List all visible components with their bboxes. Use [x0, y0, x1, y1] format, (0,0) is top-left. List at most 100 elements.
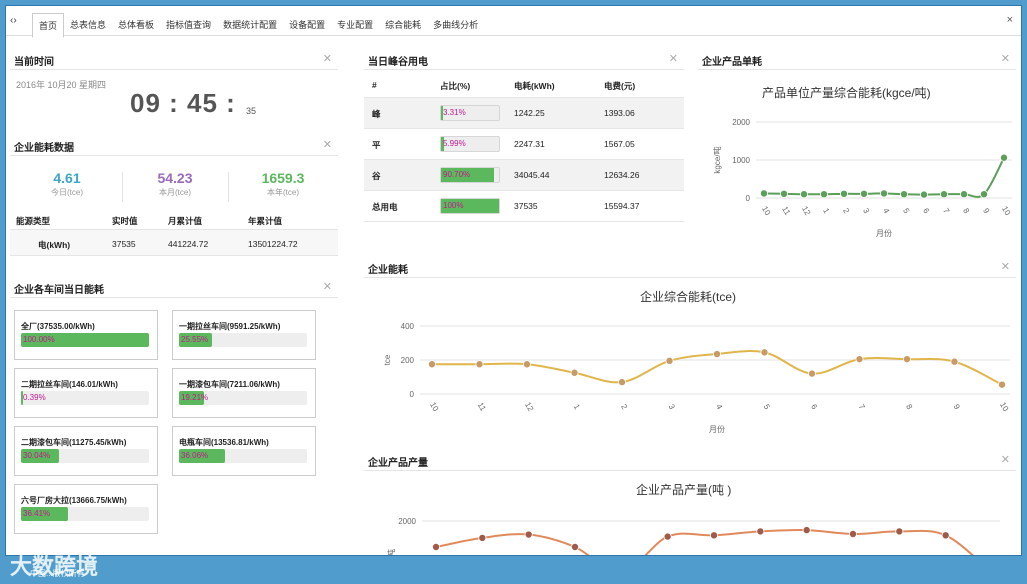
- tab-5[interactable]: 设备配置: [283, 13, 331, 38]
- data-point[interactable]: [859, 189, 868, 198]
- y-axis-label: kgce/吨: [712, 146, 722, 173]
- table-row: 平 5.99% 2247.31 1567.05: [364, 129, 684, 160]
- close-icon[interactable]: ✕: [323, 52, 332, 65]
- data-point[interactable]: [979, 190, 988, 199]
- data-point[interactable]: [950, 357, 959, 366]
- x-tick-label: 2: [841, 207, 851, 216]
- y-tick-label: 2000: [398, 517, 416, 526]
- x-tick-label: 10: [428, 401, 441, 414]
- column-header: 月累计值: [168, 216, 203, 226]
- workshop-label: 一期拉丝车间(9591.25/kWh): [179, 322, 281, 331]
- tab-8[interactable]: 多曲线分析: [427, 13, 484, 38]
- data-point[interactable]: [760, 189, 769, 198]
- table-cell: 1393.06: [604, 108, 635, 118]
- tab-1[interactable]: 总表信息: [64, 13, 112, 38]
- data-point[interactable]: [756, 527, 765, 536]
- data-point[interactable]: [807, 369, 816, 378]
- x-tick-label: 1: [572, 403, 582, 412]
- y-tick-label: 1000: [732, 156, 750, 165]
- y-tick-label: 400: [401, 322, 415, 331]
- table-cell: 34045.44: [514, 170, 550, 180]
- tab-2[interactable]: 总体看板: [112, 13, 160, 38]
- energy-table: 能源类型 实时值 月累计值 年累计值 电(kWh) 37535 441224.7…: [10, 210, 338, 256]
- data-point[interactable]: [848, 530, 857, 539]
- tab-3[interactable]: 指标值查询: [160, 13, 217, 38]
- progress-label: 3.31%: [443, 108, 466, 117]
- panel-title: 当前时间: [14, 57, 54, 68]
- progress-label: 19.21%: [181, 393, 209, 402]
- data-point[interactable]: [999, 153, 1008, 162]
- table-row: 总用电 100% 37535 15594.37: [364, 191, 684, 222]
- progress-label: 0.39%: [23, 393, 46, 402]
- data-point[interactable]: [617, 378, 626, 387]
- data-point[interactable]: [855, 355, 864, 364]
- data-point[interactable]: [428, 360, 437, 369]
- tab-list: 首页 总表信息 总体看板 指标值查询 数据统计配置 设备配置 专业配置 综合能耗 多曲线分析: [32, 13, 484, 38]
- progress-bar: 3.31%: [440, 105, 500, 121]
- table-cell: 总用电: [372, 202, 398, 212]
- data-point[interactable]: [879, 189, 888, 198]
- data-point[interactable]: [899, 190, 908, 199]
- tab-0[interactable]: 首页: [32, 13, 65, 38]
- workshop-card: 电瓶车间(13536.81/kWh) 36.06%: [172, 426, 316, 476]
- data-point[interactable]: [570, 368, 579, 377]
- data-point[interactable]: [903, 355, 912, 364]
- data-point[interactable]: [475, 360, 484, 369]
- close-icon[interactable]: ×: [1007, 14, 1013, 26]
- x-tick-label: 6: [921, 207, 931, 216]
- data-point[interactable]: [998, 380, 1007, 389]
- x-tick-label: 11: [476, 401, 488, 413]
- data-point[interactable]: [919, 190, 928, 199]
- x-tick-label: 12: [800, 205, 813, 218]
- tab-bar: ‹› 首页 总表信息 总体看板 指标值查询 数据统计配置 设备配置 专业配置 综合能耗 多曲线分…: [6, 6, 1021, 38]
- data-point[interactable]: [802, 526, 811, 535]
- data-point[interactable]: [895, 527, 904, 536]
- x-tick-label: 4: [714, 403, 724, 412]
- panel-header: 当前时间 ✕: [10, 48, 338, 70]
- stat-value: 54.23: [157, 170, 193, 186]
- peak-valley-panel: 当日峰谷用电 ✕ # 占比(%) 电耗(kWh) 电费(元) 峰 3.31% 124…: [364, 48, 684, 246]
- close-icon[interactable]: ✕: [323, 138, 332, 151]
- table-cell: 谷: [372, 171, 381, 181]
- close-icon[interactable]: ✕: [323, 280, 332, 293]
- data-point[interactable]: [432, 543, 441, 552]
- data-point[interactable]: [663, 532, 672, 541]
- data-point[interactable]: [941, 531, 950, 540]
- x-axis-label: 月份: [876, 228, 892, 238]
- data-point[interactable]: [570, 543, 579, 552]
- tab-4[interactable]: 数据统计配置: [217, 13, 283, 38]
- tab-7[interactable]: 综合能耗: [379, 13, 427, 38]
- table-cell: 37535: [112, 239, 136, 249]
- production-panel: 企业产品产量 ✕ 企业产品产量(吨 ) 2000 吨: [364, 449, 1016, 556]
- y-tick-label: 200: [401, 356, 415, 365]
- x-axis-label: 月份: [709, 424, 725, 434]
- data-point[interactable]: [800, 190, 809, 199]
- data-point[interactable]: [522, 360, 531, 369]
- data-point[interactable]: [709, 531, 718, 540]
- data-point[interactable]: [478, 533, 487, 542]
- progress-bar: 5.99%: [440, 136, 500, 152]
- table-header: 能源类型 实时值 月累计值 年累计值: [10, 210, 338, 230]
- watermark: 大数跨境: [10, 554, 99, 579]
- table-cell: 37535: [514, 201, 538, 211]
- progress-bar: 100.00%: [21, 333, 149, 347]
- data-point[interactable]: [760, 348, 769, 357]
- data-point[interactable]: [839, 189, 848, 198]
- data-point[interactable]: [780, 189, 789, 198]
- workshop-card: 六号厂房大拉(13666.75/kWh) 36.41%: [14, 484, 158, 534]
- data-point[interactable]: [665, 356, 674, 365]
- tab-scroll-icon[interactable]: ‹›: [10, 15, 17, 26]
- data-point[interactable]: [939, 190, 948, 199]
- data-point[interactable]: [712, 350, 721, 359]
- y-axis-label: 吨: [386, 549, 396, 556]
- table-cell: 1242.25: [514, 108, 545, 118]
- table-cell: 电(kWh): [38, 240, 71, 250]
- data-point[interactable]: [820, 190, 829, 199]
- data-point[interactable]: [524, 530, 533, 539]
- tab-6[interactable]: 专业配置: [331, 13, 379, 38]
- peak-valley-table: # 占比(%) 电耗(kWh) 电费(元) 峰 3.31% 1242.25 1393.…: [364, 72, 684, 222]
- close-icon[interactable]: ✕: [669, 52, 678, 65]
- composite-energy-panel: 企业能耗 ✕ 企业综合能耗(tce) 0 200 400 tce 10 11 12 1 2 3 4 5…: [364, 256, 1016, 444]
- x-tick-label: 5: [762, 403, 772, 412]
- data-point[interactable]: [959, 190, 968, 199]
